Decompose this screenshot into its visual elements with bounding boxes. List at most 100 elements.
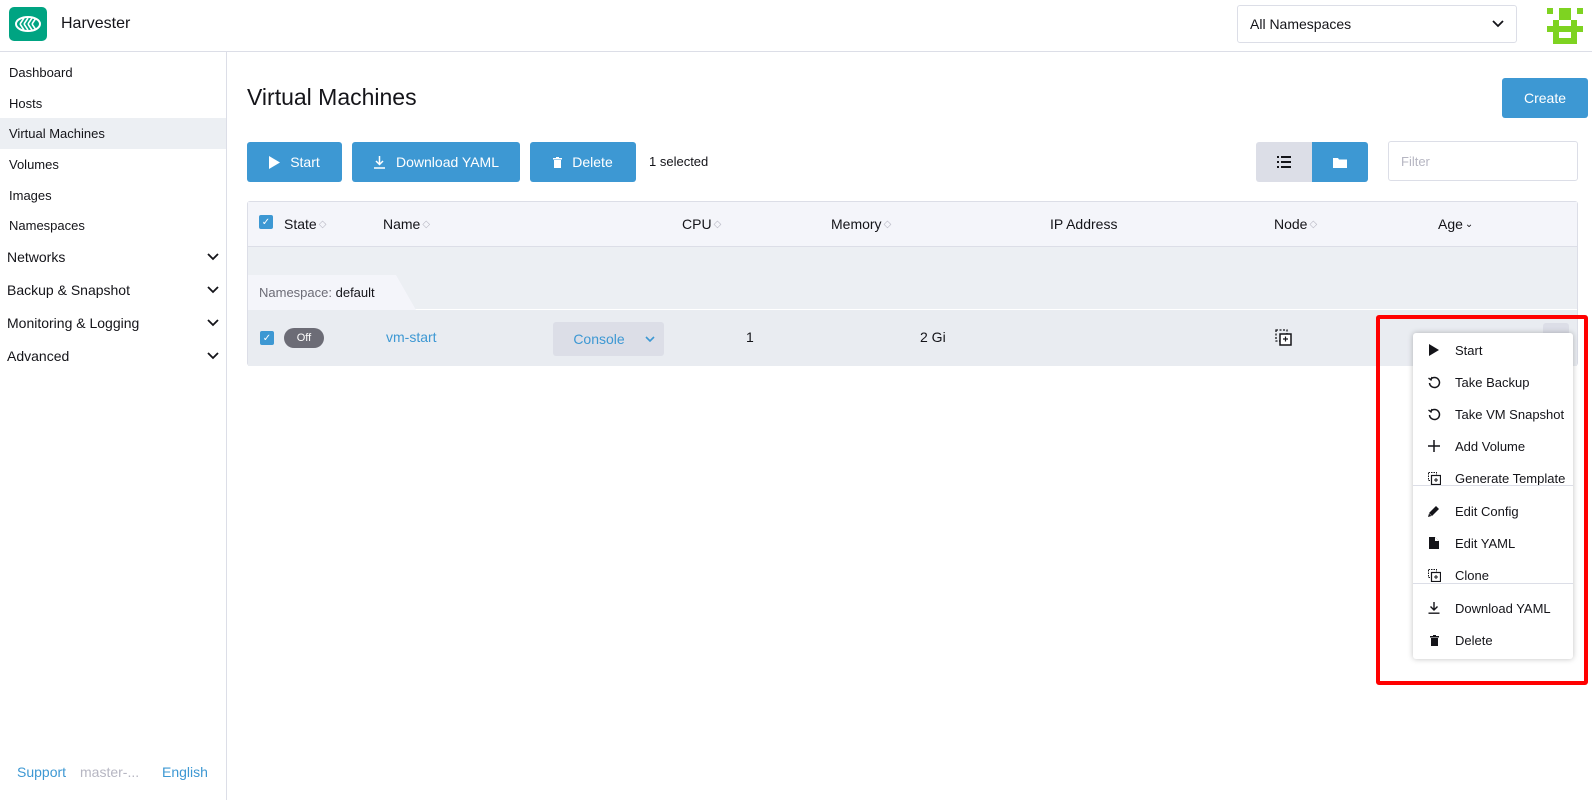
view-toggle bbox=[1256, 142, 1368, 182]
filter-input[interactable] bbox=[1388, 141, 1578, 181]
sidebar-group-networks[interactable]: Networks bbox=[0, 241, 226, 273]
bulk-delete-button[interactable]: Delete bbox=[530, 142, 636, 182]
download-icon bbox=[1423, 602, 1445, 614]
menu-item-start[interactable]: Start bbox=[1413, 335, 1573, 365]
version-label: master-... bbox=[80, 764, 140, 780]
sidebar-group-monitoring-logging[interactable]: Monitoring & Logging bbox=[0, 307, 226, 339]
console-button-label: Console bbox=[573, 331, 625, 347]
chevron-down-icon[interactable] bbox=[645, 336, 655, 342]
sidebar-group-label: Backup & Snapshot bbox=[7, 282, 130, 298]
menu-item-label: Download YAML bbox=[1455, 600, 1551, 616]
namespace-group: Namespace: default bbox=[248, 247, 1577, 310]
column-header-label: CPU bbox=[682, 216, 712, 232]
namespace-group-label: Namespace: bbox=[259, 285, 332, 300]
list-icon bbox=[1277, 156, 1291, 168]
play-icon bbox=[269, 155, 281, 169]
chevron-down-icon bbox=[207, 319, 219, 327]
bulk-download-yaml-button[interactable]: Download YAML bbox=[352, 142, 520, 182]
bulk-start-label: Start bbox=[290, 154, 320, 170]
harvester-logo[interactable] bbox=[9, 7, 47, 41]
column-header-memory[interactable]: Memory ◇ bbox=[831, 216, 891, 232]
sidebar-item-virtual-machines[interactable]: Virtual Machines bbox=[0, 118, 226, 149]
sidebar-item-volumes[interactable]: Volumes bbox=[0, 149, 226, 180]
sidebar-group-label: Networks bbox=[7, 249, 66, 265]
menu-divider bbox=[1413, 485, 1573, 486]
language-link[interactable]: English bbox=[162, 764, 208, 780]
template-icon bbox=[1423, 471, 1445, 485]
create-button[interactable]: Create bbox=[1502, 78, 1588, 118]
column-header-label: Age bbox=[1438, 216, 1463, 232]
menu-item-take-vm-snapshot[interactable]: Take VM Snapshot bbox=[1413, 399, 1573, 429]
menu-item-label: Edit YAML bbox=[1455, 535, 1516, 551]
menu-item-edit-yaml[interactable]: Edit YAML bbox=[1413, 528, 1573, 558]
support-link[interactable]: Support bbox=[17, 764, 66, 780]
menu-item-add-volume[interactable]: Add Volume bbox=[1413, 431, 1573, 461]
column-header-ip-address: IP Address bbox=[1050, 216, 1117, 232]
vm-name-link[interactable]: vm-start bbox=[386, 329, 437, 345]
pencil-icon bbox=[1423, 505, 1445, 517]
menu-item-edit-config[interactable]: Edit Config bbox=[1413, 496, 1573, 526]
console-button[interactable]: Console bbox=[553, 322, 664, 356]
column-header-name[interactable]: Name ◇ bbox=[383, 216, 430, 232]
column-header-state[interactable]: State ◇ bbox=[284, 216, 326, 232]
menu-item-label: Take Backup bbox=[1455, 374, 1530, 390]
sidebar-item-hosts[interactable]: Hosts bbox=[0, 88, 226, 119]
column-header-age[interactable]: Age ⌄ bbox=[1438, 216, 1473, 232]
column-header-label: IP Address bbox=[1050, 216, 1118, 232]
avatar[interactable] bbox=[1547, 8, 1583, 44]
namespace-select[interactable]: All Namespaces bbox=[1237, 5, 1517, 43]
sidebar-item-images[interactable]: Images bbox=[0, 180, 226, 211]
sidebar-item-namespaces[interactable]: Namespaces bbox=[0, 210, 226, 241]
chevron-down-icon bbox=[207, 352, 219, 360]
menu-item-label: Generate Template bbox=[1455, 470, 1566, 486]
create-button-label: Create bbox=[1523, 90, 1567, 106]
trash-icon bbox=[1423, 634, 1445, 646]
trash-icon bbox=[553, 156, 563, 168]
chevron-down-icon bbox=[207, 253, 219, 261]
harvester-logo-icon bbox=[15, 16, 41, 32]
row-actions-menu: Start Take Backup Take VM Snapshot Add V… bbox=[1413, 333, 1573, 659]
play-icon bbox=[1423, 344, 1445, 356]
sidebar-footer: Support master-... English bbox=[0, 764, 226, 784]
menu-item-take-backup[interactable]: Take Backup bbox=[1413, 367, 1573, 397]
menu-item-delete[interactable]: Delete bbox=[1413, 625, 1573, 655]
bulk-download-yaml-label: Download YAML bbox=[396, 154, 499, 170]
column-header-cpu[interactable]: CPU ◇ bbox=[682, 216, 721, 232]
group-view-button[interactable] bbox=[1312, 142, 1368, 182]
chevron-down-icon bbox=[1492, 20, 1504, 28]
list-view-button[interactable] bbox=[1256, 142, 1312, 182]
sidebar-group-advanced[interactable]: Advanced bbox=[0, 340, 226, 372]
table-header: ✓ State ◇ Name ◇ CPU ◇ Memory ◇ IP Addre… bbox=[248, 202, 1577, 247]
namespace-group-tab: Namespace: default bbox=[248, 275, 386, 310]
sidebar-item-dashboard[interactable]: Dashboard bbox=[0, 57, 226, 88]
app-title: Harvester bbox=[61, 15, 131, 32]
menu-item-label: Delete bbox=[1455, 632, 1493, 648]
menu-item-download-yaml[interactable]: Download YAML bbox=[1413, 593, 1573, 623]
menu-item-label: Take VM Snapshot bbox=[1455, 406, 1565, 422]
sidebar-item-label: Dashboard bbox=[9, 65, 73, 80]
column-header-node[interactable]: Node ◇ bbox=[1274, 216, 1317, 232]
namespace-select-value: All Namespaces bbox=[1250, 16, 1352, 32]
clone-icon bbox=[1423, 568, 1445, 582]
file-icon bbox=[1423, 537, 1445, 549]
row-checkbox[interactable]: ✓ bbox=[260, 331, 274, 345]
bulk-start-button[interactable]: Start bbox=[247, 142, 342, 182]
sidebar-group-backup-snapshot[interactable]: Backup & Snapshot bbox=[0, 274, 226, 306]
sort-desc-icon: ⌄ bbox=[1464, 218, 1474, 230]
menu-divider bbox=[1413, 583, 1573, 584]
sort-icon: ◇ bbox=[883, 218, 892, 230]
menu-item-generate-template[interactable]: Generate Template bbox=[1413, 463, 1573, 493]
chevron-down-icon bbox=[207, 286, 219, 294]
menu-item-label: Clone bbox=[1455, 567, 1489, 583]
folder-icon bbox=[1333, 157, 1347, 168]
select-all-checkbox[interactable]: ✓ bbox=[259, 215, 273, 229]
menu-item-clone[interactable]: Clone bbox=[1413, 560, 1573, 590]
snapshot-icon bbox=[1423, 408, 1445, 421]
column-header-label: Name bbox=[383, 216, 421, 232]
backup-icon bbox=[1423, 376, 1445, 389]
status-badge: Off bbox=[284, 328, 324, 348]
download-icon bbox=[374, 155, 385, 169]
sidebar-group-label: Monitoring & Logging bbox=[7, 315, 140, 331]
sort-icon: ◇ bbox=[422, 218, 431, 230]
sort-icon: ◇ bbox=[1309, 218, 1318, 230]
